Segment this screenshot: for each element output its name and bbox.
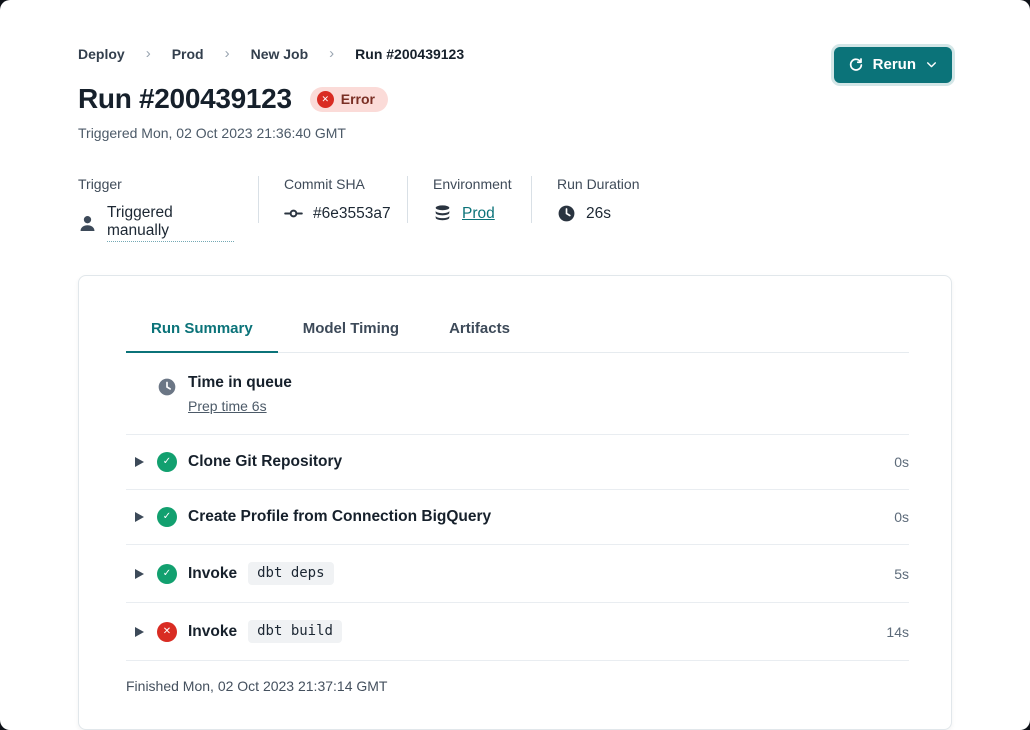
meta-environment-label: Environment (433, 176, 507, 192)
queue-clock-icon (157, 377, 177, 402)
finished-timestamp: Finished Mon, 02 Oct 2023 21:37:14 GMT (126, 661, 909, 718)
status-badge-label: Error (341, 91, 375, 107)
step-duration: 14s (886, 624, 909, 640)
database-icon (433, 204, 452, 223)
breadcrumb-new-job[interactable]: New Job (251, 46, 309, 62)
step-row-clone-git[interactable]: ✓ Clone Git Repository 0s (126, 435, 909, 490)
error-icon: ✕ (317, 91, 334, 108)
step-name: Invoke (188, 565, 237, 583)
expand-caret-icon[interactable] (135, 512, 144, 522)
step-name: Clone Git Repository (188, 453, 342, 471)
breadcrumb-deploy[interactable]: Deploy (78, 46, 125, 62)
run-meta-row: Trigger Triggered manually Commit SHA (78, 176, 952, 242)
breadcrumb: Deploy › Prod › New Job › Run #200439123 (78, 0, 952, 62)
step-duration: 0s (894, 509, 909, 525)
meta-duration: Run Duration 26s (531, 176, 664, 223)
step-row-dbt-deps[interactable]: ✓ Invoke dbt deps 5s (126, 545, 909, 603)
status-badge: ✕ Error (310, 87, 388, 112)
queue-title: Time in queue (188, 374, 292, 392)
step-name: Create Profile from Connection BigQuery (188, 508, 491, 526)
meta-commit: Commit SHA #6e3553a7 (258, 176, 407, 223)
breadcrumb-prod[interactable]: Prod (172, 46, 204, 62)
chevron-right-icon: › (146, 45, 151, 62)
meta-environment: Environment Prod (407, 176, 531, 223)
expand-caret-icon[interactable] (135, 457, 144, 467)
meta-trigger-label: Trigger (78, 176, 234, 192)
meta-duration-value: 26s (586, 205, 611, 223)
meta-commit-value: #6e3553a7 (313, 205, 391, 223)
git-commit-icon (284, 204, 303, 223)
tab-bar: Run Summary Model Timing Artifacts (126, 320, 909, 353)
rerun-button-label: Rerun (873, 56, 916, 73)
refresh-icon (848, 57, 864, 73)
success-icon: ✓ (157, 507, 177, 527)
chevron-down-icon (925, 58, 938, 71)
triggered-timestamp: Triggered Mon, 02 Oct 2023 21:36:40 GMT (78, 125, 952, 141)
tab-run-summary[interactable]: Run Summary (126, 320, 278, 352)
run-summary-card: Run Summary Model Timing Artifacts Time … (78, 275, 952, 730)
step-duration: 0s (894, 454, 909, 470)
command-chip: dbt deps (248, 562, 333, 585)
meta-trigger: Trigger Triggered manually (78, 176, 258, 242)
step-duration: 5s (894, 566, 909, 582)
step-row-dbt-build[interactable]: ✕ Invoke dbt build 14s (126, 603, 909, 661)
step-name: Invoke (188, 623, 237, 641)
clock-icon (557, 204, 576, 223)
chevron-right-icon: › (225, 45, 230, 62)
tab-artifacts[interactable]: Artifacts (424, 320, 535, 352)
breadcrumb-current-run: Run #200439123 (355, 46, 464, 62)
error-icon: ✕ (157, 622, 177, 642)
meta-environment-value[interactable]: Prod (462, 205, 495, 223)
prep-time-link[interactable]: Prep time 6s (188, 398, 267, 414)
success-icon: ✓ (157, 564, 177, 584)
success-icon: ✓ (157, 452, 177, 472)
meta-commit-label: Commit SHA (284, 176, 383, 192)
chevron-right-icon: › (329, 45, 334, 62)
expand-caret-icon[interactable] (135, 627, 144, 637)
command-chip: dbt build (248, 620, 342, 643)
expand-caret-icon[interactable] (135, 569, 144, 579)
tab-model-timing[interactable]: Model Timing (278, 320, 424, 352)
meta-duration-label: Run Duration (557, 176, 640, 192)
user-icon (78, 214, 97, 233)
step-row-create-profile[interactable]: ✓ Create Profile from Connection BigQuer… (126, 490, 909, 545)
queue-row: Time in queue Prep time 6s (126, 353, 909, 435)
meta-trigger-value[interactable]: Triggered manually (107, 204, 234, 242)
page-title: Run #200439123 (78, 83, 292, 115)
rerun-button[interactable]: Rerun (834, 47, 952, 83)
run-detail-page: Deploy › Prod › New Job › Run #200439123… (0, 0, 1030, 730)
